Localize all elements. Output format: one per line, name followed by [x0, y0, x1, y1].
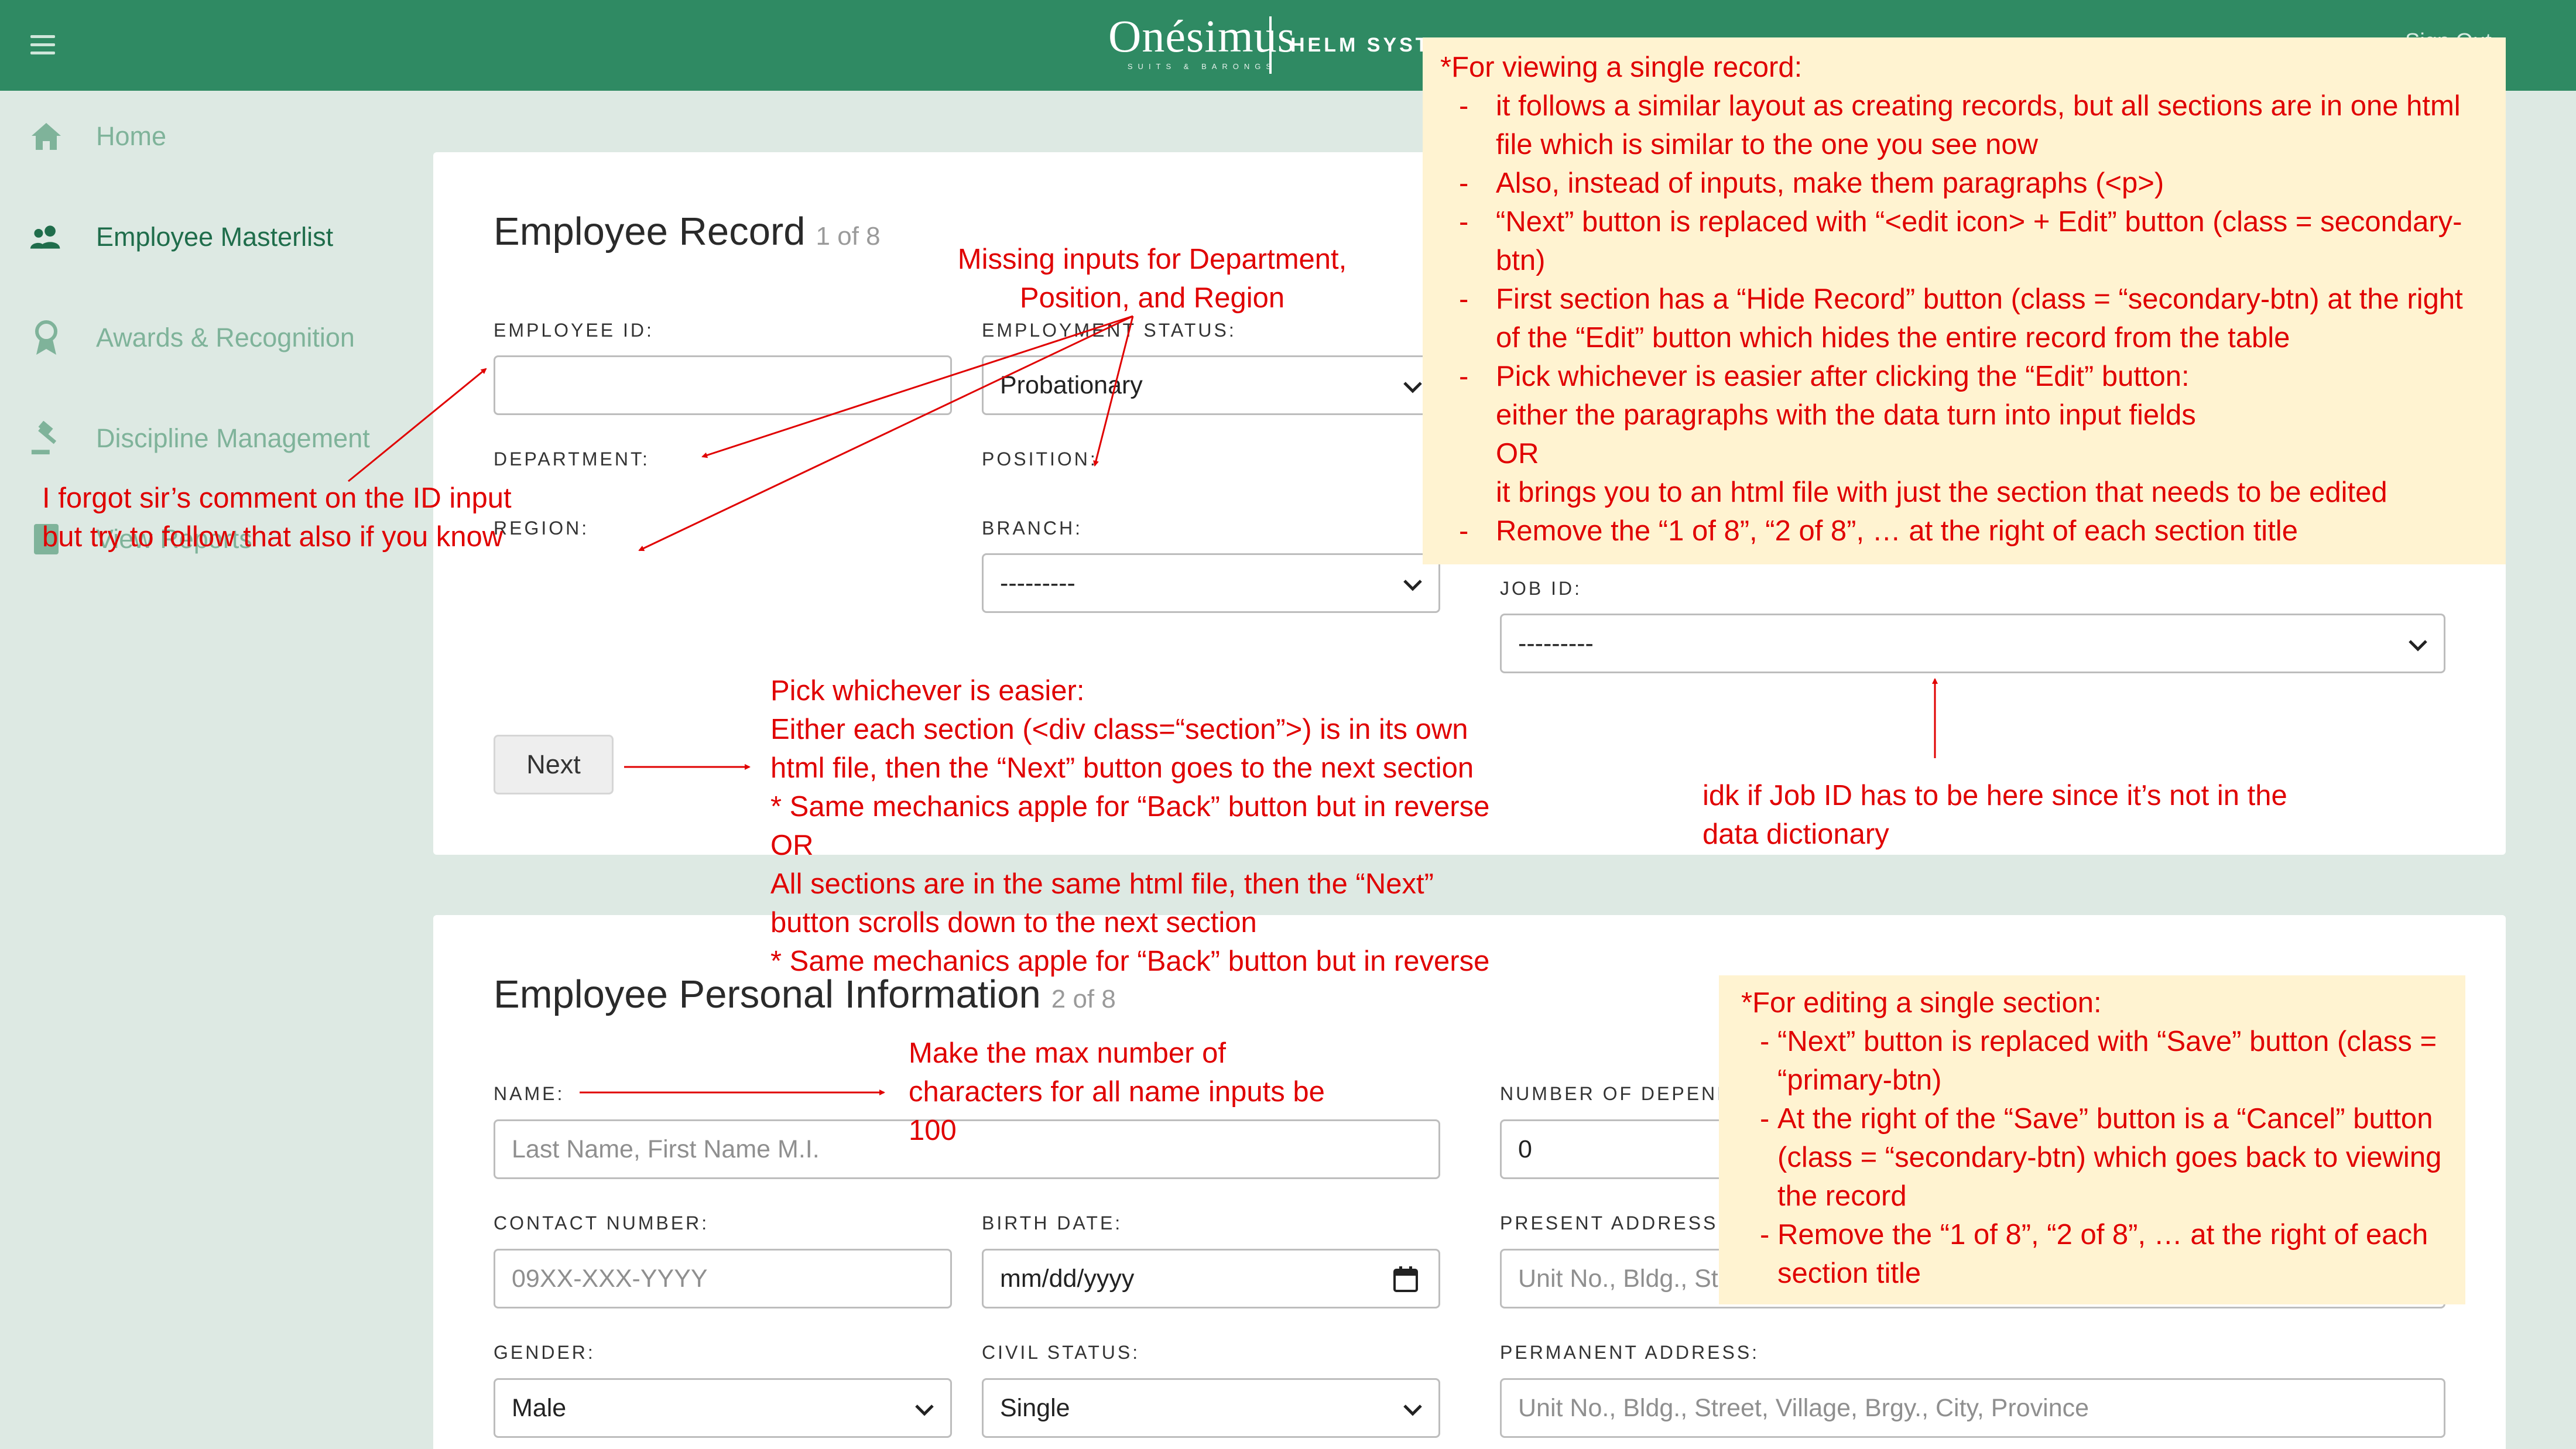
branch-label: BRANCH: [982, 518, 1083, 539]
note-line: Position, and Region [1019, 282, 1285, 314]
gender-select[interactable]: Male [494, 1378, 952, 1438]
select-value: Single [1000, 1393, 1070, 1422]
note-heading: *For editing a single section: [1741, 987, 2102, 1019]
date-placeholder: mm/dd/yyyy [1000, 1264, 1135, 1293]
note-item: it follows a similar layout as creating … [1440, 87, 2489, 164]
branch-select[interactable]: --------- [982, 553, 1440, 613]
employee-id-input[interactable] [494, 355, 952, 415]
job-id-select[interactable]: --------- [1500, 614, 2445, 673]
note-line: * Same mechanics apple for “Back” button… [770, 791, 1490, 823]
chevron-down-icon [915, 1405, 934, 1416]
sidebar-item-label: Home [96, 121, 167, 151]
position-label: POSITION: [982, 448, 1098, 470]
note-item: Also, instead of inputs, make them parag… [1440, 164, 2489, 203]
permanent-address-input[interactable]: Unit No., Bldg., Street, Village, Brgy.,… [1500, 1378, 2445, 1438]
chevron-down-icon [1403, 580, 1422, 591]
note-line: Make the max number of [909, 1037, 1226, 1069]
chevron-down-icon [2409, 640, 2427, 652]
select-value: --------- [1000, 568, 1075, 597]
note-subline: it brings you to an html file with just … [1496, 477, 2387, 508]
viewing-record-note: *For viewing a single record: it follows… [1423, 37, 2506, 564]
sidebar-item-employee-masterlist[interactable]: Employee Masterlist [29, 220, 333, 254]
section-counter: 1 of 8 [816, 222, 881, 251]
civil-status-label: CIVIL STATUS: [982, 1342, 1140, 1363]
note-line: * Same mechanics apple for “Back” button… [770, 946, 1490, 977]
note-item: First section has a “Hide Record” button… [1440, 280, 2489, 357]
note-item: “Next” button is replaced with “Save” bu… [1741, 1022, 2456, 1099]
note-line: I forgot sir’s comment on the ID input [42, 482, 512, 514]
contact-number-label: CONTACT NUMBER: [494, 1212, 710, 1234]
employee-id-label: EMPLOYEE ID: [494, 320, 654, 341]
note-item: “Next” button is replaced with “<edit ic… [1440, 203, 2489, 280]
logo-divider [1269, 16, 1272, 74]
employment-status-label: EMPLOYMENT STATUS: [982, 320, 1236, 341]
job-id-note: idk if Job ID has to be here since it’s … [1703, 776, 2287, 854]
note-line: but try to follow that also if you know [42, 521, 503, 553]
contact-number-input[interactable]: 09XX-XXX-YYYY [494, 1249, 952, 1308]
home-icon [29, 119, 63, 153]
employment-status-select[interactable]: Probationary [982, 355, 1440, 415]
note-line: Missing inputs for Department, [957, 244, 1347, 275]
civil-status-select[interactable]: Single [982, 1378, 1440, 1438]
menu-icon[interactable] [30, 35, 55, 55]
note-line: characters for all name inputs be [909, 1076, 1325, 1108]
birth-date-label: BIRTH DATE: [982, 1212, 1123, 1234]
note-item: Pick whichever is easier after clicking … [1440, 357, 2489, 396]
note-line: button scrolls down to the next section [770, 907, 1257, 938]
permanent-address-label: PERMANENT ADDRESS: [1500, 1342, 1760, 1363]
name-label: NAME: [494, 1083, 565, 1104]
note-item: Remove the “1 of 8”, “2 of 8”, … at the … [1741, 1215, 2456, 1293]
select-value: --------- [1518, 629, 1594, 657]
pick-whichever-note: Pick whichever is easier: Either each se… [770, 672, 1489, 981]
chevron-down-icon [1403, 1405, 1422, 1416]
sidebar-item-label: Discipline Management [96, 423, 370, 453]
note-line: 100 [909, 1115, 957, 1146]
job-id-label: JOB ID: [1500, 578, 1582, 599]
select-value: Male [512, 1393, 567, 1422]
note-line: data dictionary [1703, 818, 1889, 850]
next-button[interactable]: Next [494, 735, 614, 794]
section-counter: 2 of 8 [1051, 985, 1116, 1013]
gavel-icon [29, 421, 63, 455]
select-value: Probationary [1000, 371, 1143, 399]
gender-label: GENDER: [494, 1342, 595, 1363]
note-item: Remove the “1 of 8”, “2 of 8”, … at the … [1440, 512, 2489, 550]
sidebar-item-home[interactable]: Home [29, 119, 166, 153]
logo[interactable]: Onésimus SUITS & BARONGS [1108, 13, 1296, 71]
note-line: html file, then the “Next” button goes t… [770, 752, 1474, 784]
logo-subtext: SUITS & BARONGS [1127, 62, 1277, 71]
note-line: All sections are in the same html file, … [770, 868, 1434, 900]
present-address-label: PRESENT ADDRESS: [1500, 1212, 1726, 1234]
sidebar-item-label: Employee Masterlist [96, 222, 334, 252]
note-line: Either each section (<div class=“section… [770, 714, 1468, 745]
department-label: DEPARTMENT: [494, 448, 650, 470]
birth-date-input[interactable]: mm/dd/yyyy [982, 1249, 1440, 1308]
note-heading: *For viewing a single record: [1440, 52, 1803, 83]
logo-text: Onésimus [1108, 11, 1296, 61]
note-subline: OR [1496, 438, 1539, 470]
missing-inputs-note: Missing inputs for Department, Position,… [947, 240, 1357, 317]
section-title-text: Employee Record [494, 210, 806, 254]
sidebar-item-awards[interactable]: Awards & Recognition [29, 320, 355, 355]
max-characters-note: Make the max number of characters for al… [909, 1034, 1325, 1150]
note-subline: either the paragraphs with the data turn… [1496, 399, 2196, 431]
forgot-comment-note: I forgot sir’s comment on the ID input b… [42, 479, 512, 556]
note-line: idk if Job ID has to be here since it’s … [1703, 780, 2287, 811]
section-title: Employee Record 1 of 8 [494, 209, 881, 254]
chevron-down-icon [1403, 382, 1422, 393]
sidebar-item-label: Awards & Recognition [96, 323, 355, 352]
editing-section-note: *For editing a single section: “Next” bu… [1719, 975, 2465, 1304]
note-item: At the right of the “Save” button is a “… [1741, 1099, 2456, 1215]
people-icon [29, 220, 63, 254]
calendar-icon [1393, 1266, 1418, 1292]
sidebar-item-discipline[interactable]: Discipline Management [29, 421, 370, 455]
award-icon [29, 320, 63, 355]
note-line: Pick whichever is easier: [770, 675, 1085, 707]
note-line: OR [770, 830, 814, 861]
